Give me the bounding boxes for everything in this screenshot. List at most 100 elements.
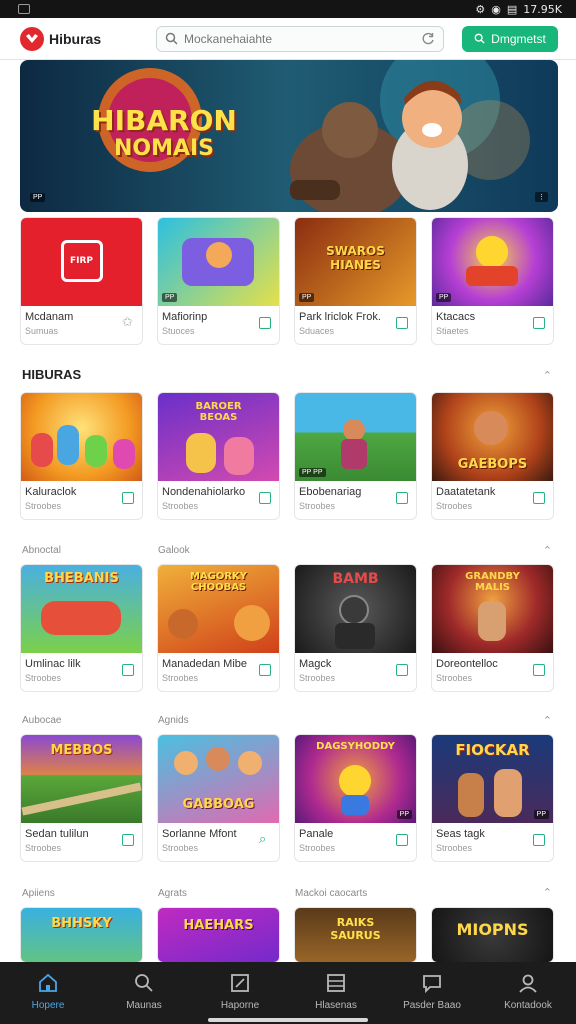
card-thumbnail: PP — [158, 218, 279, 306]
card-title: Mafiorinp — [162, 311, 208, 323]
card-title: Manadedan Mibe — [162, 658, 248, 670]
card-title: Umlinac lilk — [25, 658, 81, 670]
row-label: Apiiens — [22, 888, 55, 899]
bookmark-icon[interactable] — [259, 492, 271, 504]
nav-search[interactable]: Maunas — [96, 962, 192, 1024]
wifi-icon: ◉ — [491, 2, 501, 16]
featured-card[interactable]: FIRP Mcdanam Sumuas ✩ — [20, 217, 143, 345]
nav-edit[interactable]: Haporne — [192, 962, 288, 1024]
game-card[interactable]: Kaluraclok Stroobes — [20, 392, 143, 520]
game-card[interactable]: GAEBOPS Daatatetank Stroobes — [431, 392, 554, 520]
home-icon — [39, 973, 57, 992]
card-title: Sorlanne Mfont — [162, 828, 237, 840]
nav-list[interactable]: Hlasenas — [288, 962, 384, 1024]
game-card[interactable]: GRANDBY MALIS Doreontelloc Stroobes — [431, 564, 554, 692]
game-card[interactable]: DAGSYHODDY PP Panale Stroobes — [294, 734, 417, 862]
search-icon[interactable]: ⌕ — [259, 831, 271, 846]
home-indicator[interactable] — [208, 1018, 368, 1022]
bookmark-icon[interactable] — [396, 834, 408, 846]
game-card[interactable]: BAROER BEOAS Nondenahiolarko Stroobes — [157, 392, 280, 520]
game-card[interactable]: BHHSKY — [20, 907, 143, 963]
top-bar: Hiburas Dmgmetst — [0, 18, 576, 60]
search-input[interactable] — [184, 31, 416, 46]
bookmark-icon[interactable] — [122, 664, 134, 676]
bookmark-icon[interactable] — [533, 317, 545, 329]
app-logo[interactable]: Hiburas — [20, 26, 156, 51]
card-thumbnail: BHEBANIS — [21, 565, 142, 653]
logo-icon — [20, 26, 44, 51]
card-subtitle: Sumuas — [25, 326, 59, 336]
featured-card[interactable]: PP Mafiorinp Stuoces — [157, 217, 280, 345]
card-title: Ktacacs — [436, 311, 476, 323]
game-card[interactable]: FIOCKAR PP Seas tagk Stroobes — [431, 734, 554, 862]
game-card[interactable]: MEBBOS Sedan tulilun Stroobes — [20, 734, 143, 862]
game-card[interactable]: HAEHARS — [157, 907, 280, 963]
game-card[interactable]: PP PP Ebobenariag Stroobes — [294, 392, 417, 520]
bookmark-icon[interactable] — [533, 664, 545, 676]
card-subtitle: Stroobes — [436, 673, 473, 683]
card-thumbnail: MEBBOS — [21, 735, 142, 823]
network-icon: ▤ — [506, 2, 518, 16]
game-card[interactable]: BHEBANIS Umlinac lilk Stroobes — [20, 564, 143, 692]
section-title: HIBURAS — [22, 367, 82, 382]
search-icon — [165, 32, 178, 45]
banner-more-icon[interactable]: ⋮ — [535, 192, 548, 202]
refresh-icon[interactable] — [422, 32, 435, 45]
game-card[interactable]: MAGORKY CHOOBAS Manadedan Mibe Stroobes — [157, 564, 280, 692]
game-card[interactable]: RAIKS SAURUS — [294, 907, 417, 963]
chevron-up-icon[interactable]: ⌃ — [543, 886, 552, 899]
game-row: MEBBOS Sedan tulilun Stroobes GABBOAG So… — [20, 734, 554, 862]
card-thumbnail: BAROER BEOAS — [158, 393, 279, 481]
chevron-up-icon[interactable]: ⌃ — [543, 369, 552, 382]
bookmark-icon[interactable] — [396, 492, 408, 504]
card-thumbnail: HAEHARS — [158, 908, 279, 962]
row-label: Galook — [158, 545, 190, 556]
nav-label: Hlasenas — [315, 1000, 357, 1011]
card-thumbnail — [21, 393, 142, 481]
nav-profile[interactable]: Kontadook — [480, 962, 576, 1024]
bookmark-icon[interactable] — [122, 834, 134, 846]
bookmark-icon[interactable] — [533, 834, 545, 846]
list-icon — [327, 974, 345, 992]
card-thumbnail: GABBOAG — [158, 735, 279, 823]
nav-home[interactable]: Hopere — [0, 962, 96, 1024]
bookmark-icon[interactable] — [396, 664, 408, 676]
nav-label: Maunas — [126, 1000, 162, 1011]
featured-card[interactable]: PP Ktacacs Stiaetes — [431, 217, 554, 345]
card-thumbnail: MIOPNS — [432, 908, 553, 962]
card-subtitle: Stroobes — [162, 501, 199, 511]
featured-card[interactable]: SWAROS HIANES PP Park lriclok Frok. Sdua… — [294, 217, 417, 345]
row-label: Mackoi caocarts — [295, 888, 368, 899]
card-subtitle: Stroobes — [25, 501, 62, 511]
status-bar: ⚙ ◉ ▤ 17.95K — [0, 0, 576, 18]
hero-banner[interactable]: HIBARON NOMAIS PP ⋮ — [20, 60, 558, 212]
card-thumbnail: BHHSKY — [21, 908, 142, 962]
row-label: Aubocae — [22, 715, 62, 726]
card-subtitle: Stroobes — [162, 843, 199, 853]
chevron-up-icon[interactable]: ⌃ — [543, 714, 552, 727]
card-title: Seas tagk — [436, 828, 485, 840]
login-button[interactable]: Dmgmetst — [462, 25, 558, 52]
bookmark-icon[interactable] — [259, 317, 271, 329]
login-button-label: Dmgmetst — [491, 31, 546, 46]
chevron-up-icon[interactable]: ⌃ — [543, 544, 552, 557]
bookmark-icon[interactable] — [533, 492, 545, 504]
status-time: 17.95K — [523, 2, 562, 16]
pin-icon[interactable]: ✩ — [122, 314, 134, 329]
bookmark-icon[interactable] — [259, 664, 271, 676]
bookmark-icon[interactable] — [396, 317, 408, 329]
bookmark-icon[interactable] — [122, 492, 134, 504]
card-title: Ebobenariag — [299, 486, 362, 498]
game-card[interactable]: BAMB Magck Stroobes — [294, 564, 417, 692]
featured-row: FIRP Mcdanam Sumuas ✩ PP Mafiorinp Stuoc… — [20, 217, 554, 345]
card-thumbnail: SWAROS HIANES PP — [295, 218, 416, 306]
card-thumbnail: FIRP — [21, 218, 142, 306]
game-card[interactable]: MIOPNS — [431, 907, 554, 963]
card-thumbnail: MAGORKY CHOOBAS — [158, 565, 279, 653]
search-bar[interactable] — [156, 25, 444, 52]
game-card[interactable]: GABBOAG Sorlanne Mfont Stroobes ⌕ — [157, 734, 280, 862]
nav-chat[interactable]: Pasder Baao — [384, 962, 480, 1024]
chat-icon — [423, 975, 441, 994]
card-title: Park lriclok Frok. — [299, 311, 381, 323]
nav-label: Hopere — [31, 1000, 65, 1011]
